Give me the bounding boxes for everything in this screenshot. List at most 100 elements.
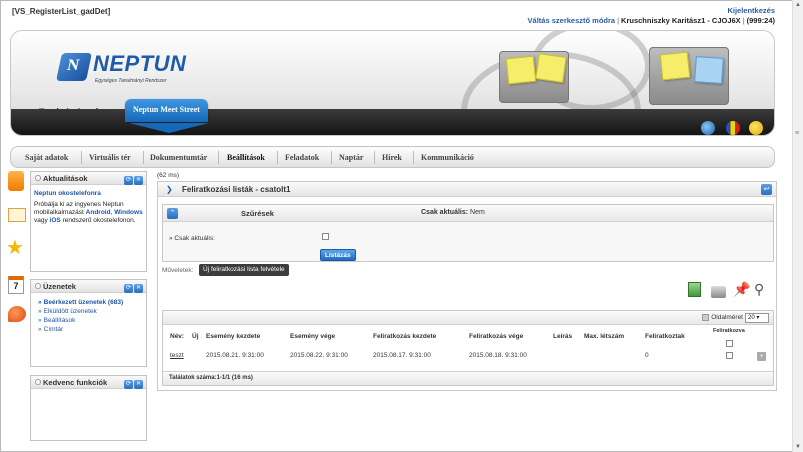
menu-virtualis-ter[interactable]: Virtuális tér: [89, 153, 131, 162]
language-icon[interactable]: [726, 121, 740, 135]
pin-icon[interactable]: 📌: [733, 281, 750, 297]
refresh-icon[interactable]: ⟳: [124, 176, 133, 185]
col-name[interactable]: Név:: [170, 333, 184, 340]
col-registered[interactable]: Feliratkoztak: [645, 333, 685, 340]
close-icon[interactable]: ✕: [134, 176, 143, 185]
filter-box: ⌃ Szűrések Csak aktuális: Nem » Csak akt…: [162, 204, 774, 262]
news-text: Próbálja ki az ingyenes Neptun mobilalka…: [34, 201, 143, 224]
filter-title: Szűrések: [241, 209, 274, 218]
portlet-body: » Beérkezett üzenetek (683) » Elküldött üz…: [31, 293, 146, 339]
row-name-link[interactable]: teszt: [170, 352, 184, 359]
windows-link[interactable]: Windows: [114, 209, 142, 216]
menu-feladatok[interactable]: Feladatok: [285, 153, 319, 162]
row-actions-plus-icon[interactable]: +: [757, 352, 766, 361]
portlet-header: Kedvenc funkciók ⟳ ✕: [31, 376, 146, 389]
col-reg-end[interactable]: Feliratkozás vége: [469, 333, 523, 340]
row-checkbox[interactable]: [726, 352, 733, 359]
panel-header: ❯ Feliratkozási listák - csatolt1 ↩: [158, 182, 776, 197]
refresh-icon[interactable]: ⟳: [124, 284, 133, 293]
new-list-button[interactable]: Új feliratkozási lista felvétele: [199, 264, 289, 276]
sent-link[interactable]: » Elküldött üzenetek: [34, 307, 143, 316]
col-event-start[interactable]: Esemény kezdete: [206, 333, 260, 340]
menu-separator: [374, 151, 375, 164]
menu-separator: [277, 151, 278, 164]
logo-word: NEPTUN: [93, 51, 187, 76]
portlet-header: Aktualitások ⟳ ✕: [31, 172, 146, 185]
vertical-scrollbar[interactable]: ▲ ≡ ▼: [792, 0, 803, 452]
neptun-logo[interactable]: N NEPTUN Egységes Tanulmányi Rendszer: [56, 51, 189, 87]
bullet-icon: [35, 175, 41, 181]
smiley-icon[interactable]: [749, 121, 763, 135]
menu-dokumentumtar[interactable]: Dokumentumtár: [150, 153, 207, 162]
decoration-note: [659, 51, 691, 81]
menu-sajat-adatok[interactable]: Saját adatok: [25, 153, 68, 162]
col-max-count[interactable]: Max. létszám: [584, 333, 624, 340]
excel-export-icon[interactable]: [688, 282, 701, 297]
col-reg-start[interactable]: Feliratkozás kezdete: [373, 333, 436, 340]
filter-summary: Csak aktuális: Nem: [421, 209, 485, 216]
col-event-end[interactable]: Esemény vége: [290, 333, 335, 340]
envelope-icon[interactable]: [8, 208, 26, 222]
address-book-link[interactable]: » Címtár: [34, 325, 143, 334]
refresh-icon[interactable]: [701, 121, 715, 135]
close-icon[interactable]: ✕: [134, 380, 143, 389]
android-link[interactable]: Android: [86, 209, 111, 216]
scroll-grip-icon[interactable]: ≡: [795, 130, 799, 137]
close-icon[interactable]: ✕: [134, 284, 143, 293]
refresh-icon[interactable]: ⟳: [124, 380, 133, 389]
row-registered: 0: [645, 352, 649, 359]
search-icon[interactable]: ⚲: [754, 281, 770, 297]
collapse-icon[interactable]: ⌃: [167, 208, 178, 219]
separator: |: [617, 16, 620, 25]
chat-icon[interactable]: [8, 306, 26, 322]
page-size-label: Oldalméret: [711, 314, 743, 321]
col-subscribed[interactable]: Feliratkozva: [713, 328, 745, 334]
only-current-label: » Csak aktuális:: [169, 235, 215, 242]
chevron-right-icon: »: [38, 299, 42, 306]
active-tab-pointer: [129, 123, 209, 133]
top-links: Kijelentkezés Váltás szerkesztő módra | Kr…: [528, 6, 775, 26]
menu-separator: [218, 151, 219, 164]
menu-beallitasok[interactable]: Beállítások: [227, 153, 265, 162]
decoration-note: [535, 53, 567, 83]
list-button[interactable]: Listázás: [320, 249, 356, 261]
tab-tanulmanyi-rendszer[interactable]: Tanulmányi rendszer: [39, 107, 112, 116]
menu-separator: [413, 151, 414, 164]
news-portlet: Aktualitások ⟳ ✕ Neptun okostelefonra Pró…: [30, 171, 147, 272]
back-icon[interactable]: ↩: [761, 184, 772, 195]
results-grid: Oldalméret 20 ▾ Név: Új Esemény kezdete …: [162, 310, 774, 386]
decoration-note: [694, 56, 724, 84]
menu-kommunikacio[interactable]: Kommunikáció: [421, 153, 474, 162]
tab-neptun-meet-street[interactable]: Neptun Meet Street: [125, 99, 208, 122]
menu-hirek[interactable]: Hírek: [382, 153, 402, 162]
chevron-right-icon: ❯: [166, 185, 173, 194]
select-all-checkbox[interactable]: [726, 340, 733, 347]
grid-toolbar: Oldalméret 20 ▾: [163, 311, 773, 325]
menu-naptar[interactable]: Naptár: [339, 153, 363, 162]
ios-link[interactable]: iOS: [50, 217, 61, 224]
main-menu: Saját adatok Virtuális tér Dokumentumtár…: [10, 146, 775, 168]
page-size-select[interactable]: 20 ▾: [745, 313, 769, 323]
col-new[interactable]: Új: [192, 333, 199, 340]
col-description[interactable]: Leírás: [553, 333, 572, 340]
chevron-right-icon: »: [38, 308, 42, 315]
print-icon[interactable]: [711, 286, 726, 298]
portlet-header: Üzenetek ⟳ ✕: [31, 280, 146, 293]
menu-separator: [331, 151, 332, 164]
inbox-link[interactable]: » Beérkezett üzenetek (683): [34, 298, 143, 307]
calendar-icon[interactable]: 7: [8, 276, 24, 294]
news-link[interactable]: Neptun okostelefonra: [34, 190, 143, 198]
star-icon[interactable]: ★: [6, 238, 26, 258]
scroll-up-icon[interactable]: ▲: [795, 2, 801, 8]
only-current-checkbox[interactable]: [322, 233, 329, 240]
logout-link[interactable]: Kijelentkezés: [528, 6, 775, 16]
page-code-title: [VS_RegisterList_gadDet]: [12, 7, 111, 16]
chevron-right-icon: »: [38, 326, 42, 333]
settings-link[interactable]: » Beállítások: [34, 316, 143, 325]
news-letter-icon[interactable]: [8, 171, 24, 191]
editor-mode-link[interactable]: Váltás szerkesztő módra: [528, 16, 616, 25]
portlet-buttons: ⟳ ✕: [123, 282, 143, 293]
row-event-end: 2015.08.22. 9:31:00: [290, 352, 348, 359]
menu-separator: [143, 151, 144, 164]
scroll-down-icon[interactable]: ▼: [795, 444, 801, 450]
